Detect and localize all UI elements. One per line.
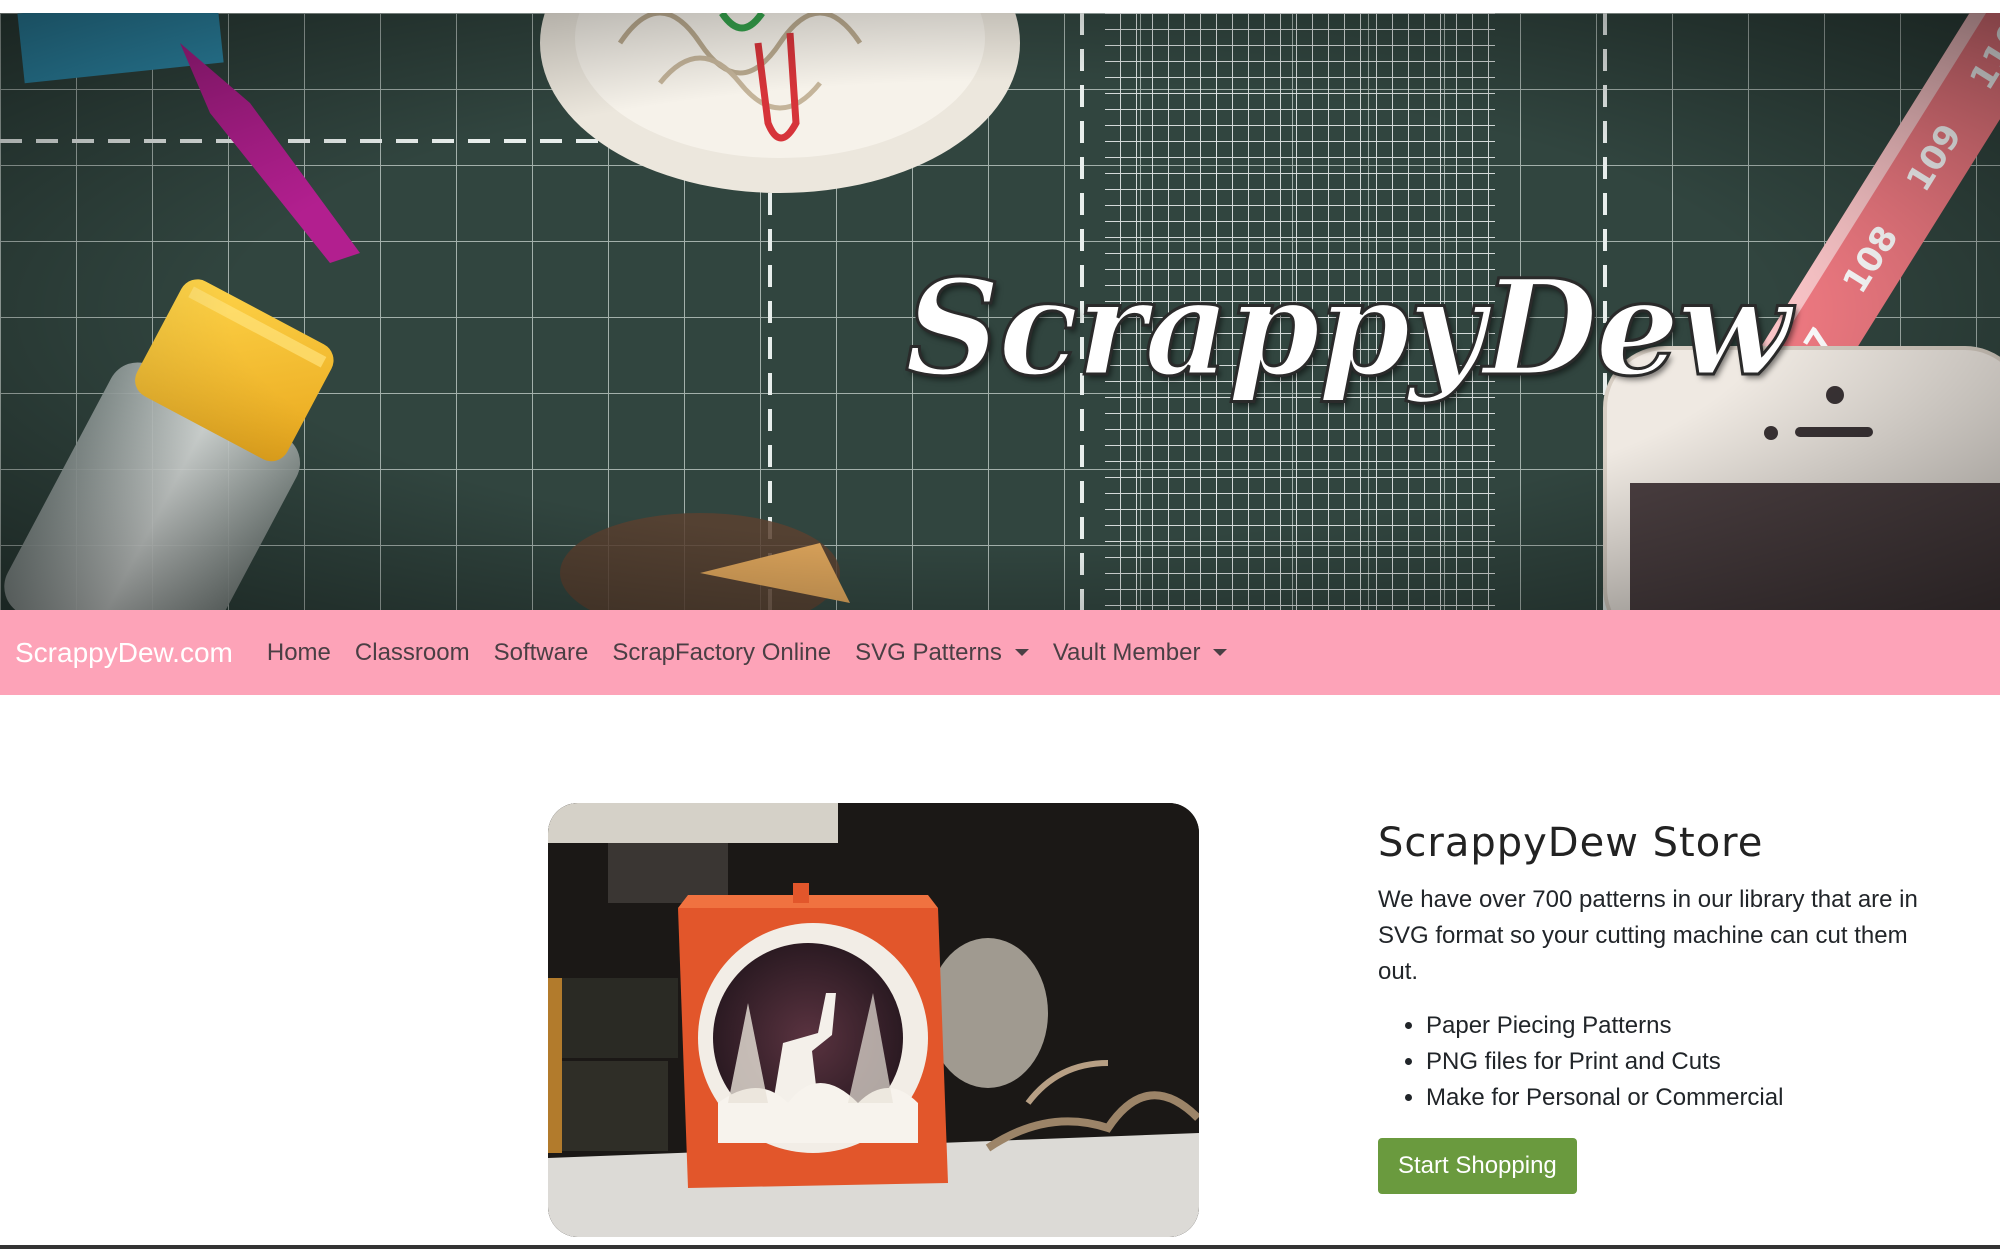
- nav-scrapfactory-online-label: ScrapFactory Online: [612, 638, 832, 666]
- caret-down-icon: [1213, 649, 1228, 656]
- list-item: Paper Piecing Patterns: [1426, 1008, 1918, 1044]
- bottom-divider: [0, 1245, 2000, 1249]
- nav-vault-member-label: Vault Member: [1052, 638, 1201, 666]
- nav-classroom[interactable]: Classroom: [355, 639, 470, 667]
- brand-link[interactable]: ScrappyDew.com: [15, 637, 233, 669]
- nav-software-label: Software: [493, 638, 589, 666]
- list-item: PNG files for Print and Cuts: [1426, 1044, 1918, 1080]
- store-title: ScrappyDew Store: [1378, 820, 1764, 866]
- caret-down-icon: [1014, 649, 1029, 656]
- store-section: ScrappyDew Store We have over 700 patter…: [1378, 820, 1918, 1194]
- list-item: Make for Personal or Commercial: [1426, 1080, 1918, 1116]
- nav-classroom-label: Classroom: [354, 638, 470, 666]
- nav-software[interactable]: Software: [494, 639, 589, 667]
- start-shopping-button[interactable]: Start Shopping: [1378, 1138, 1577, 1194]
- page: 107 108 109 110 ScrappyDew ScrappyDew.co…: [0, 0, 2000, 1249]
- nav-svg-patterns-dropdown[interactable]: SVG Patterns: [855, 639, 1029, 667]
- nav-home[interactable]: Home: [267, 639, 331, 667]
- navbar: ScrappyDew.com Home Classroom Software S…: [0, 610, 2000, 695]
- paper-ornament-image: [548, 803, 1199, 1237]
- nav-svg-patterns-label: SVG Patterns: [855, 638, 1002, 666]
- paper-ornament-photo: [548, 803, 1199, 1237]
- nav-vault-member-dropdown[interactable]: Vault Member: [1053, 639, 1228, 667]
- nav-home-label: Home: [266, 638, 331, 666]
- nav-scrapfactory-online[interactable]: ScrapFactory Online: [612, 639, 831, 667]
- hero-title: ScrappyDew: [903, 250, 1792, 408]
- top-strip: [0, 0, 2000, 13]
- store-feature-list: Paper Piecing Patterns PNG files for Pri…: [1378, 1008, 1918, 1116]
- hero-banner: 107 108 109 110 ScrappyDew: [0, 13, 2000, 610]
- store-description: We have over 700 patterns in our library…: [1378, 886, 1918, 985]
